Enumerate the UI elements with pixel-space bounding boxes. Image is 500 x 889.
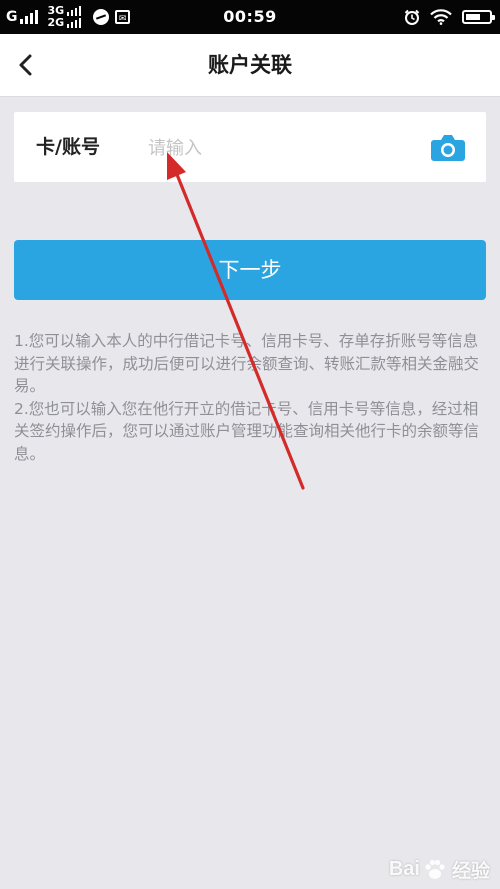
paw-icon — [425, 859, 445, 879]
chevron-left-icon — [19, 54, 32, 76]
account-field-label: 卡/账号 — [36, 136, 100, 158]
watermark-logo: Bai 经验 — [389, 856, 490, 883]
hint-text-block: 1.您可以输入本人的中行借记卡号、信用卡号、存单存折账号等信息进行关联操作，成功… — [14, 330, 490, 465]
battery-icon — [462, 10, 495, 24]
nav-bar: 账户关联 — [0, 34, 500, 97]
wifi-icon — [430, 9, 452, 25]
next-step-button[interactable]: 下一步 — [14, 240, 486, 300]
account-number-input[interactable] — [146, 128, 410, 168]
page-title: 账户关联 — [208, 53, 292, 77]
hint-item: 2.您也可以输入您在他行开立的借记卡号、信用卡号等信息，经过相关签约操作后，您可… — [14, 399, 480, 463]
camera-icon[interactable] — [430, 131, 466, 163]
watermark-suffix: 经验 — [451, 861, 490, 882]
alarm-icon — [404, 9, 420, 25]
hint-item: 1.您可以输入本人的中行借记卡号、信用卡号、存单存折账号等信息进行关联操作，成功… — [14, 332, 480, 395]
status-bar: G 3G 2G ✉ 00:59 — [0, 0, 500, 34]
account-input-card: 卡/账号 — [14, 112, 486, 182]
watermark-brand: Bai — [388, 858, 420, 880]
back-button[interactable] — [10, 48, 44, 82]
status-right-group — [404, 0, 495, 34]
